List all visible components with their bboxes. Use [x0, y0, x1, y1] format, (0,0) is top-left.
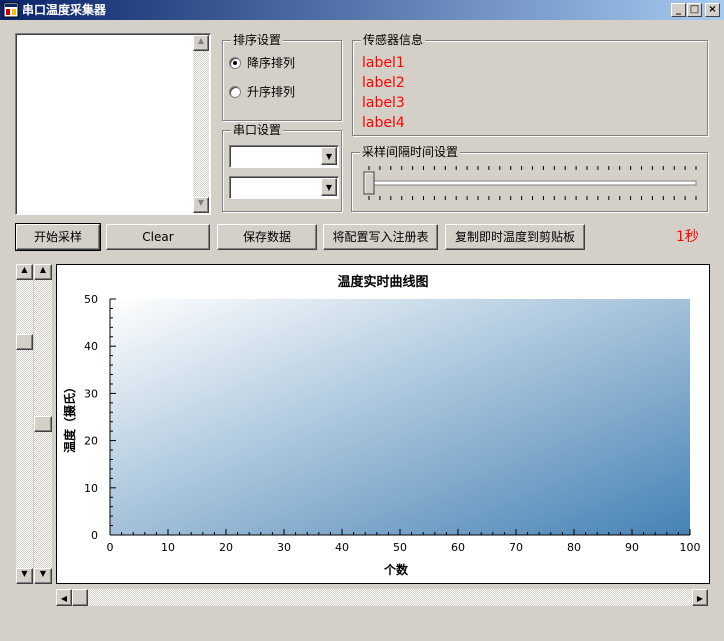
x-axis-label: 个数 — [383, 562, 409, 577]
sensor-label-2: label2 — [362, 75, 405, 91]
title-bar: 串口温度采集器 _ □ × — [0, 0, 724, 20]
right-arrow-icon: ▶ — [696, 594, 704, 603]
x-tick-label: 100 — [680, 541, 701, 554]
horizontal-scrollbar[interactable]: ◀ ▶ — [56, 589, 708, 606]
y-tick-label: 40 — [84, 340, 98, 353]
listbox-scrollbar[interactable]: ▲ ▼ — [193, 35, 209, 213]
sensor-label-3: label3 — [362, 95, 405, 111]
minimize-button[interactable]: _ — [671, 3, 686, 17]
listbox-scroll-up-button[interactable]: ▲ — [193, 35, 209, 51]
down-arrow-icon: ▼ — [39, 569, 47, 578]
baud-combobox[interactable]: ▼ — [229, 176, 339, 199]
temperature-chart-panel: 温度实时曲线图 0 10 20 30 40 50 60 70 80 90 100 0 10 20 30 40 5… — [56, 264, 710, 584]
vscroll1-down-button[interactable]: ▼ — [16, 568, 33, 584]
x-tick-label: 20 — [219, 541, 233, 554]
close-button[interactable]: × — [705, 3, 720, 17]
listbox-scroll-down-button[interactable]: ▼ — [193, 197, 209, 213]
up-arrow-icon: ▲ — [197, 36, 205, 45]
port-combobox[interactable]: ▼ — [229, 145, 339, 168]
x-tick-label: 40 — [335, 541, 349, 554]
interval-group-label: 采样间隔时间设置 — [360, 145, 461, 159]
maximize-icon: □ — [689, 4, 700, 15]
x-tick-label: 70 — [509, 541, 523, 554]
vertical-scrollbar-1[interactable]: ▲ ▼ — [16, 264, 33, 584]
serial-group: 串口设置 ▼ ▼ — [222, 123, 342, 212]
interval-display: 1秒 — [676, 229, 699, 245]
close-icon: × — [708, 4, 717, 15]
y-tick-label: 50 — [84, 293, 98, 306]
chevron-down-icon: ▼ — [325, 152, 333, 161]
y-tick-label: 0 — [91, 529, 98, 542]
save-data-button[interactable]: 保存数据 — [217, 224, 317, 250]
sensor-label-1: label1 — [362, 55, 405, 71]
sort-group-label: 排序设置 — [231, 33, 284, 47]
sort-asc-label: 升序排列 — [247, 85, 296, 99]
vscroll2-down-button[interactable]: ▼ — [34, 568, 52, 584]
y-tick-label: 20 — [84, 435, 98, 448]
hscroll-right-button[interactable]: ▶ — [692, 589, 708, 606]
copy-temperature-button[interactable]: 复制即时温度到剪贴板 — [445, 224, 585, 250]
sensor-group-label: 传感器信息 — [361, 33, 426, 47]
x-tick-label: 60 — [451, 541, 465, 554]
radio-asc-circle[interactable] — [229, 86, 241, 98]
sort-asc-radio[interactable]: 升序排列 — [229, 84, 329, 100]
hscroll-thumb[interactable] — [72, 589, 88, 606]
sensor-label-4: label4 — [362, 115, 405, 131]
x-tick-label: 30 — [277, 541, 291, 554]
up-arrow-icon: ▲ — [39, 265, 47, 274]
clear-button[interactable]: Clear — [106, 224, 210, 250]
port-dropdown-button[interactable]: ▼ — [321, 147, 337, 165]
minimize-icon: _ — [676, 4, 681, 15]
vscroll1-up-button[interactable]: ▲ — [16, 264, 33, 280]
interval-slider[interactable] — [360, 165, 700, 203]
sensor-group: 传感器信息 label1 label2 label3 label4 — [352, 33, 708, 136]
sort-group: 排序设置 降序排列 升序排列 — [222, 33, 342, 121]
x-tick-label: 90 — [625, 541, 639, 554]
temperature-chart: 温度实时曲线图 0 10 20 30 40 50 60 70 80 90 100 0 10 20 30 40 5… — [62, 274, 701, 577]
write-registry-button[interactable]: 将配置写入注册表 — [323, 224, 438, 250]
hscroll-left-button[interactable]: ◀ — [56, 589, 72, 606]
radio-selected-dot — [233, 61, 237, 65]
vscroll2-thumb[interactable] — [34, 416, 52, 432]
data-listbox[interactable]: ▲ ▼ — [15, 33, 211, 215]
slider-thumb[interactable] — [363, 171, 375, 195]
down-arrow-icon: ▼ — [21, 569, 28, 578]
sort-desc-label: 降序排列 — [247, 56, 296, 70]
baud-dropdown-button[interactable]: ▼ — [321, 178, 337, 196]
interval-group: 采样间隔时间设置 — [351, 145, 708, 212]
window-title: 串口温度采集器 — [22, 3, 107, 17]
x-tick-label: 0 — [107, 541, 114, 554]
up-arrow-icon: ▲ — [21, 265, 28, 274]
x-tick-label: 10 — [161, 541, 175, 554]
y-axis-label: 温度（摄氏） — [62, 381, 77, 453]
vscroll2-up-button[interactable]: ▲ — [34, 264, 52, 280]
y-tick-label: 30 — [84, 387, 98, 400]
start-sampling-button[interactable]: 开始采样 — [15, 223, 101, 251]
vertical-scrollbar-2[interactable]: ▲ ▼ — [34, 264, 52, 584]
maximize-button[interactable]: □ — [687, 3, 702, 17]
vscroll1-thumb[interactable] — [16, 334, 33, 350]
slider-track — [365, 180, 697, 186]
x-tick-label: 50 — [393, 541, 407, 554]
down-arrow-icon: ▼ — [197, 198, 205, 207]
plot-area — [110, 299, 690, 535]
radio-desc-circle[interactable] — [229, 57, 241, 69]
chevron-down-icon: ▼ — [325, 183, 333, 192]
serial-group-label: 串口设置 — [231, 123, 284, 137]
app-icon — [3, 2, 19, 18]
x-tick-label: 80 — [567, 541, 581, 554]
left-arrow-icon: ◀ — [60, 594, 68, 603]
chart-title: 温度实时曲线图 — [337, 274, 428, 290]
sort-desc-radio[interactable]: 降序排列 — [229, 55, 329, 71]
y-tick-label: 10 — [84, 482, 98, 495]
